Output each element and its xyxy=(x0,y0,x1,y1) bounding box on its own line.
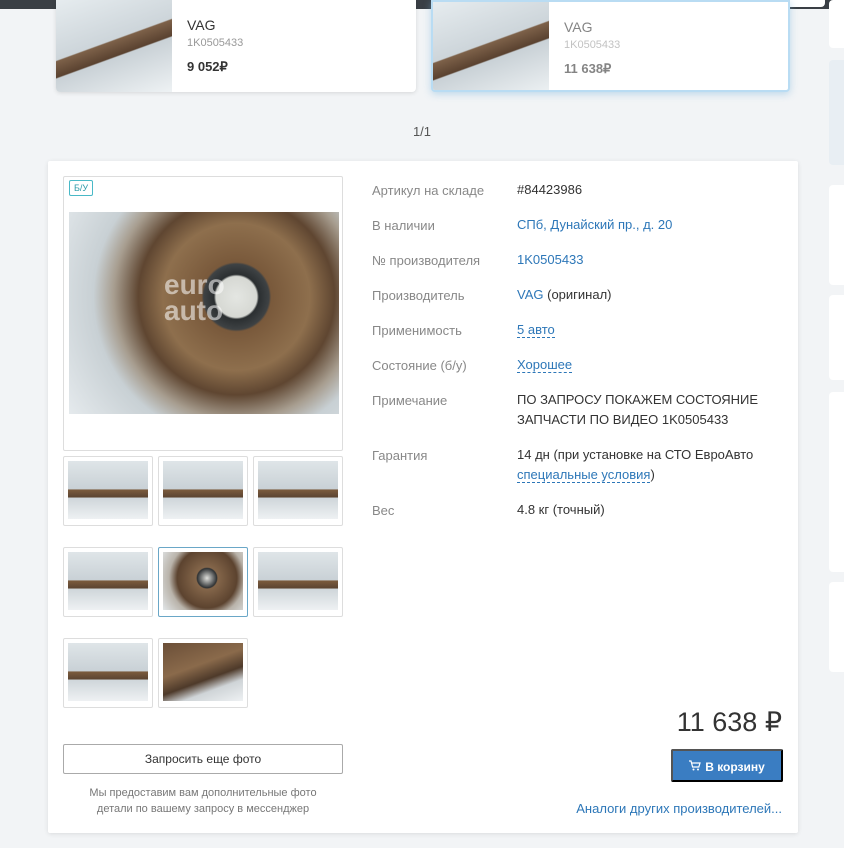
product-card-selected[interactable]: VAG 1K0505433 11 638₽ xyxy=(431,0,790,92)
side-panel xyxy=(829,185,844,285)
product-detail: Б/У euro auto Запросить еще фото Мы пред… xyxy=(48,161,798,833)
gallery-thumb[interactable] xyxy=(63,456,153,526)
product-price: 11 638 ₽ xyxy=(676,707,782,737)
used-badge: Б/У xyxy=(69,180,94,196)
main-photo-image[interactable]: euro auto xyxy=(69,212,339,414)
analogs-link[interactable]: Аналоги других производителей... xyxy=(576,801,782,816)
card-price: 11 638₽ xyxy=(564,61,612,76)
manufacturer-link[interactable]: VAG xyxy=(517,287,544,302)
mfr-number-link[interactable]: 1K0505433 xyxy=(517,250,584,270)
card-thumbnail xyxy=(56,0,172,92)
card-sku: 1K0505433 xyxy=(187,37,244,49)
card-brand: VAG xyxy=(564,19,593,35)
applicability-link[interactable]: 5 авто xyxy=(517,322,555,338)
side-panel xyxy=(829,0,844,48)
card-thumbnail xyxy=(433,2,549,90)
cart-icon xyxy=(689,751,701,784)
side-panel xyxy=(829,392,844,572)
condition-link[interactable]: Хорошее xyxy=(517,357,573,373)
warranty-conditions-link[interactable]: специальные условия xyxy=(517,467,651,483)
gallery-thumb[interactable] xyxy=(158,638,248,708)
availability-link[interactable]: СПб, Дунайский пр., д. 20 xyxy=(517,215,672,235)
gallery-thumb[interactable] xyxy=(253,547,343,617)
gallery-thumb-selected[interactable] xyxy=(158,547,248,617)
add-to-cart-button[interactable]: В корзину xyxy=(671,749,783,782)
watermark: euro auto xyxy=(164,269,225,326)
side-panel xyxy=(829,295,844,380)
product-card[interactable]: VAG 1K0505433 9 052₽ xyxy=(56,0,416,92)
card-sku: 1K0505433 xyxy=(564,39,621,51)
main-photo[interactable]: Б/У euro auto xyxy=(63,176,343,451)
gallery-thumb[interactable] xyxy=(63,638,153,708)
side-panel xyxy=(829,582,844,672)
request-photo-note: Мы предоставим вам дополнительные фото д… xyxy=(89,787,317,815)
gallery-thumb[interactable] xyxy=(158,456,248,526)
gallery-thumb[interactable] xyxy=(253,456,343,526)
request-photo-button[interactable]: Запросить еще фото xyxy=(63,744,343,774)
gallery-thumb[interactable] xyxy=(63,547,153,617)
card-price: 9 052₽ xyxy=(187,59,228,74)
card-brand: VAG xyxy=(187,17,216,33)
side-panel xyxy=(829,60,844,165)
pagination: 1/1 xyxy=(412,124,432,139)
